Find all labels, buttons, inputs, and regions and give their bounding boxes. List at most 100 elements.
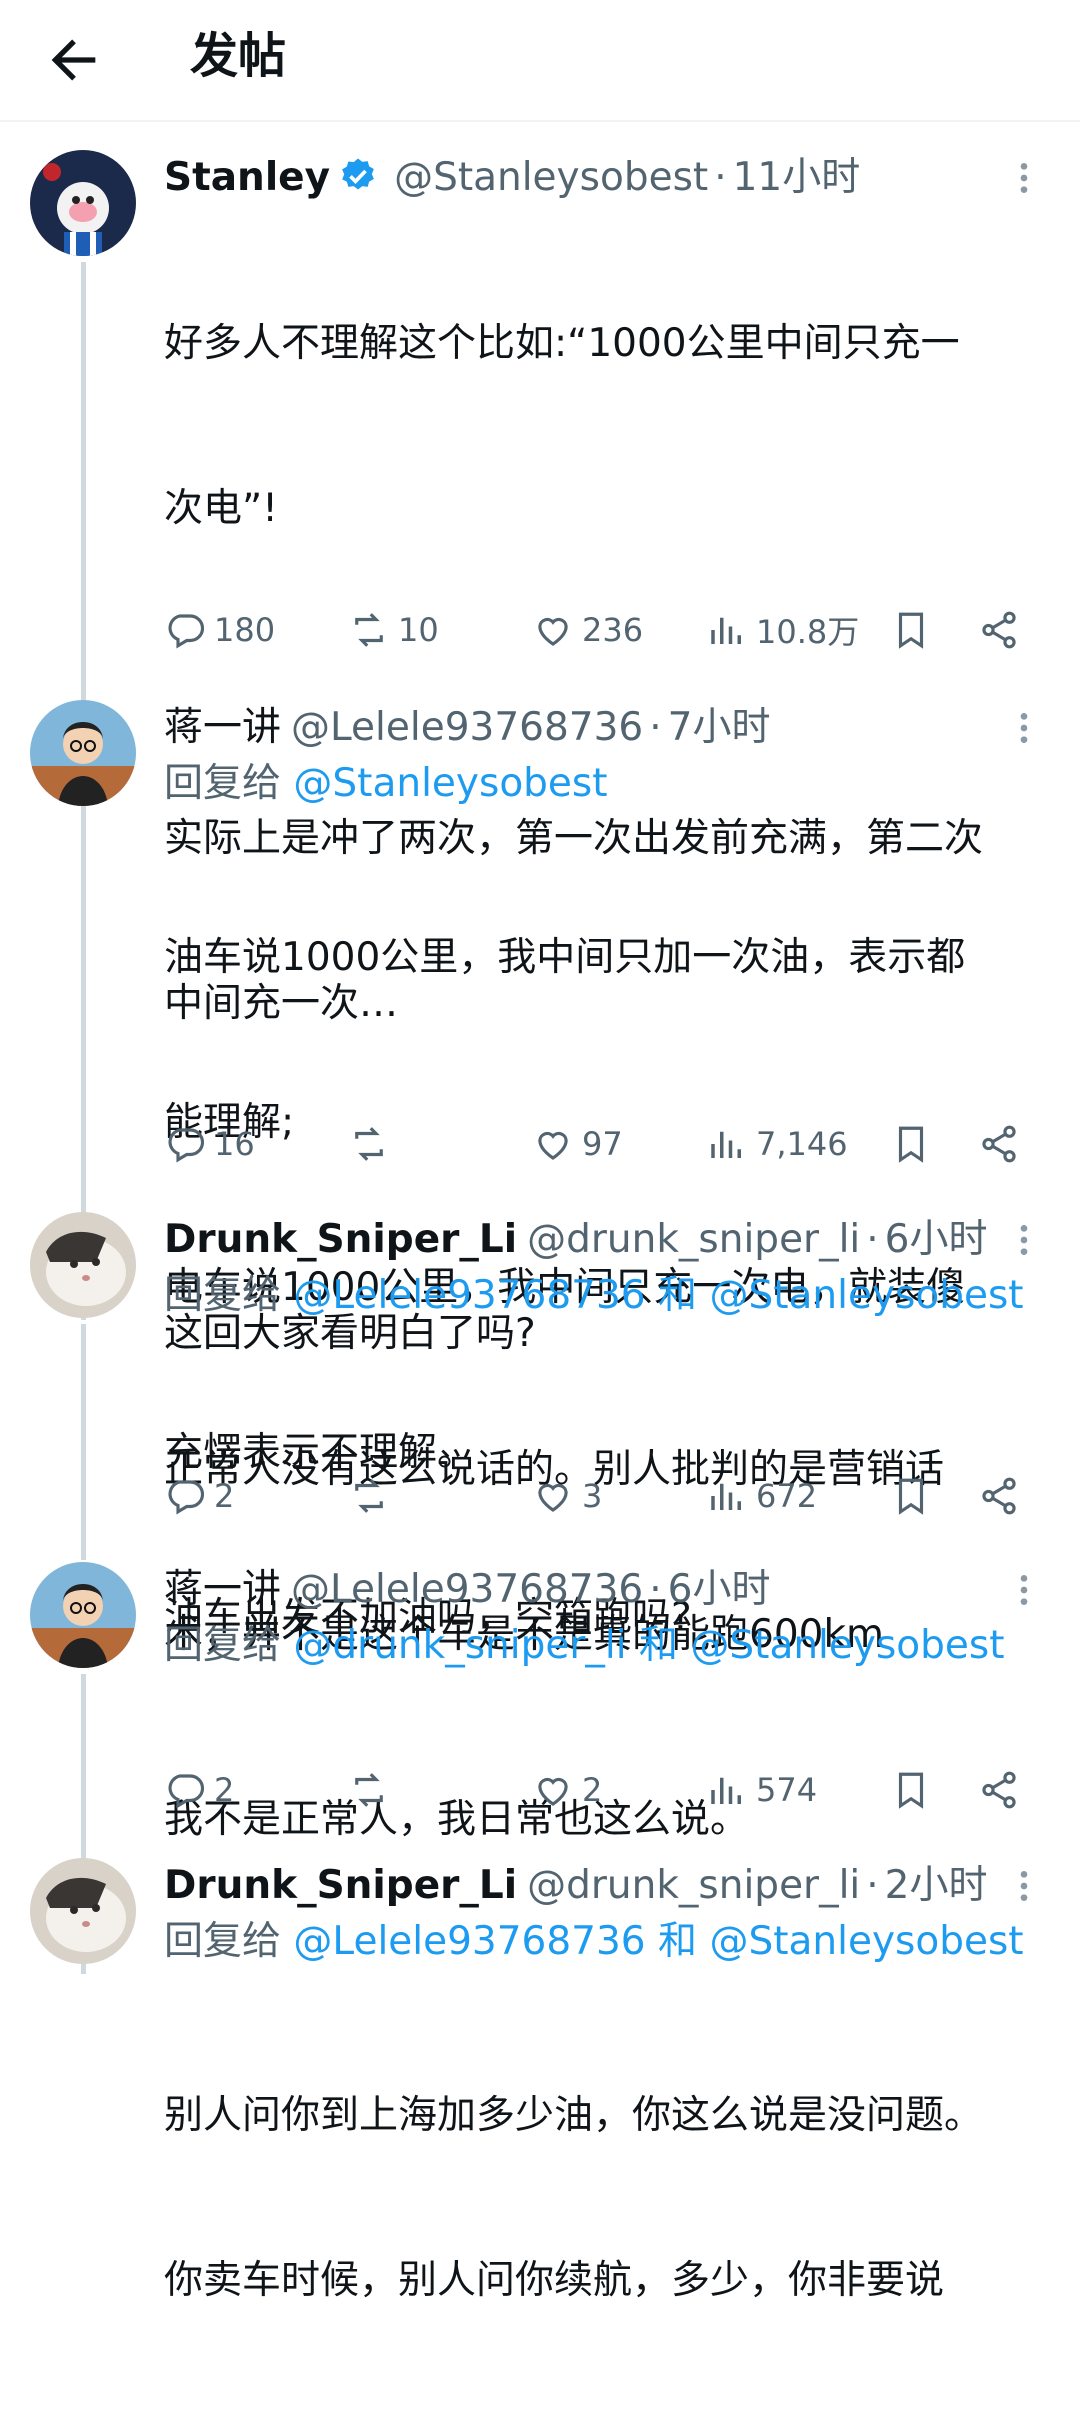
repost-button[interactable] [348,1762,398,1818]
more-vertical-icon[interactable] [1004,1570,1044,1610]
like-button[interactable]: 236 [532,602,643,658]
views-button[interactable]: 672 [706,1468,817,1524]
arrow-left-icon[interactable] [42,28,106,92]
repost-button[interactable] [348,1468,398,1524]
display-name[interactable]: Drunk_Sniper_Li [164,1217,517,1262]
view-count: 672 [756,1477,818,1515]
reply-context: 回复给 @Lelele93768736 和 @Stanleysobest [164,1268,1024,1324]
separator-dot: · [649,705,662,750]
mention-link[interactable]: @Stanleysobest [709,1919,1023,1964]
post-time[interactable]: 11小时 [733,155,861,200]
views-button[interactable]: 574 [706,1762,817,1818]
action-bar: 180 10 236 10.8万 [164,602,1044,658]
like-button[interactable]: 2 [532,1762,602,1818]
mention-link[interactable]: @Lelele93768736 [293,1273,645,1318]
view-count: 10.8万 [756,613,860,651]
views-button[interactable]: 10.8万 [706,602,859,658]
bookmark-button[interactable] [890,1762,932,1818]
post-text: 别人问你到上海加多少油，你这么说是没问题。 你卖车时候，别人问你续航，多少，你非… [164,1978,1044,2418]
mention-link[interactable]: @Stanleysobest [293,761,607,806]
post-time[interactable]: 2小时 [885,1863,988,1908]
reply-joiner: 和 [658,1919,698,1964]
post-header: Drunk_Sniper_Li @drunk_sniper_li · 6小时 [164,1212,988,1268]
display-name[interactable]: Drunk_Sniper_Li [164,1863,517,1908]
reply-count: 180 [214,611,276,649]
separator-dot: · [649,1567,662,1612]
avatar-image [30,700,136,806]
reply-button[interactable]: 16 [164,1116,255,1172]
reply-label: 回复给 [164,1919,282,1964]
reply-button[interactable]: 180 [164,602,275,658]
like-button[interactable]: 97 [532,1116,623,1172]
mention-link[interactable]: @drunk_sniper_li [293,1623,626,1668]
post-header: Drunk_Sniper_Li @drunk_sniper_li · 2小时 [164,1858,988,1914]
reply-button[interactable]: 2 [164,1468,234,1524]
reply-context: 回复给 @drunk_sniper_li 和 @Stanleysobest [164,1618,1005,1674]
display-name[interactable]: 蒋一讲 [164,1567,281,1612]
bookmark-button[interactable] [890,1116,932,1172]
more-vertical-icon[interactable] [1004,1220,1044,1260]
repost-button[interactable]: 10 [348,602,439,658]
text-line: 你卖车时候，别人问你续航，多少，你非要说 [164,2258,945,2303]
share-button[interactable] [978,602,1020,658]
user-handle[interactable]: @Stanleysobest [394,155,708,200]
reply-context: 回复给 @Stanleysobest [164,756,608,812]
view-count: 7,146 [756,1125,848,1163]
bookmark-icon [898,1126,924,1163]
share-button[interactable] [978,1468,1020,1524]
views-button[interactable]: 7,146 [706,1116,848,1172]
heart-icon [538,1131,568,1160]
avatar-jiang[interactable] [30,700,136,806]
repost-arrows-icon [355,613,383,647]
thread-connector [81,1324,86,1560]
bookmark-icon [898,1478,924,1515]
bookmark-button[interactable] [890,1468,932,1524]
avatar-image [30,1858,136,1964]
display-name[interactable]: Stanley [164,155,330,200]
display-name[interactable]: 蒋一讲 [164,705,281,750]
user-handle[interactable]: @drunk_sniper_li [527,1863,860,1908]
reply-count: 2 [214,1771,235,1809]
bookmark-button[interactable] [890,602,932,658]
user-handle[interactable]: @Lelele93768736 [291,1567,643,1612]
avatar-jiang[interactable] [30,1562,136,1668]
user-handle[interactable]: @Lelele93768736 [291,705,643,750]
page-title: 发帖 [190,28,287,84]
speech-bubble-icon [168,1774,205,1809]
user-handle[interactable]: @drunk_sniper_li [527,1217,860,1262]
repost-arrows-icon [355,1773,383,1807]
post-time[interactable]: 6小时 [668,1567,771,1612]
avatar-image [30,1562,136,1668]
verified-badge-icon [342,158,374,190]
reply-count: 16 [214,1125,255,1163]
post-time[interactable]: 7小时 [668,705,771,750]
mention-link[interactable]: @Stanleysobest [690,1623,1004,1668]
like-count: 2 [582,1771,603,1809]
avatar-drunk-sniper[interactable] [30,1212,136,1318]
like-button[interactable]: 3 [532,1468,602,1524]
avatar-image [30,1212,136,1318]
repost-button[interactable] [348,1116,398,1172]
speech-bubble-icon [168,614,205,649]
bar-chart-icon [711,1777,741,1804]
heart-icon [538,1777,568,1806]
post-header: Stanley @Stanleysobest · 11小时 [164,150,860,206]
mention-link[interactable]: @Stanleysobest [709,1273,1023,1318]
avatar-stanley[interactable] [30,150,136,256]
post-header: 蒋一讲 @Lelele93768736 · 6小时 [164,1562,770,1618]
more-vertical-icon[interactable] [1004,158,1044,198]
text-line: 好多人不理解这个比如:“1000公里中间只充一 [164,321,960,366]
post-time[interactable]: 6小时 [885,1217,988,1262]
speech-bubble-icon [168,1480,205,1515]
share-button[interactable] [978,1116,1020,1172]
heart-icon [538,1483,568,1512]
reply-joiner: 和 [658,1273,698,1318]
bar-chart-icon [711,617,741,644]
more-vertical-icon[interactable] [1004,708,1044,748]
reply-button[interactable]: 2 [164,1762,234,1818]
more-vertical-icon[interactable] [1004,1866,1044,1906]
reply-label: 回复给 [164,1623,282,1668]
mention-link[interactable]: @Lelele93768736 [293,1919,645,1964]
avatar-drunk-sniper[interactable] [30,1858,136,1964]
share-button[interactable] [978,1762,1020,1818]
